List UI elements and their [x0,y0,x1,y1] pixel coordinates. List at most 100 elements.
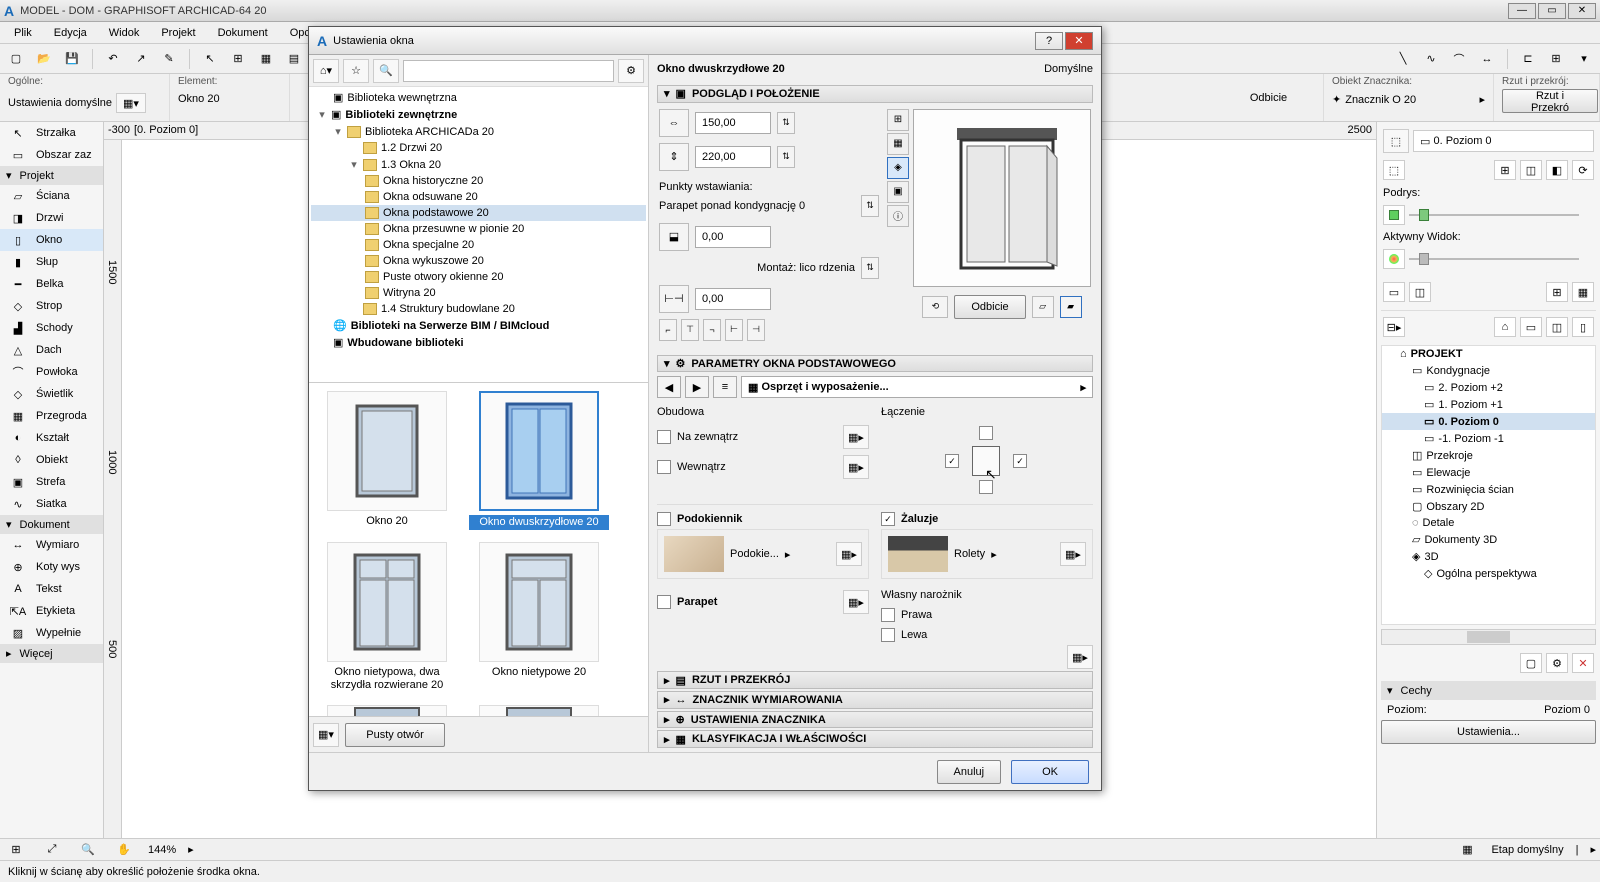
lib-fav-button[interactable]: ☆ [343,59,369,83]
menu-projekt[interactable]: Projekt [151,25,205,41]
nav-icon-5[interactable]: ⟳ [1572,160,1594,180]
tree-level-1[interactable]: ▭1. Poziom +1 [1382,396,1595,413]
lib-settings-button[interactable]: ⚙ [618,59,644,83]
tool-fit[interactable]: ⊞ [1544,47,1568,71]
tool-snap1[interactable]: ⊞ [226,47,250,71]
tool-przegroda[interactable]: ▦Przegroda [0,405,103,427]
section-wiecej[interactable]: ▸ Więcej [0,644,103,663]
lib-internal[interactable]: ▣Biblioteka wewnętrzna [311,89,646,106]
odbicie-button[interactable]: Odbicie [954,295,1025,319]
podokie-dropdown[interactable]: Podokie... [730,548,779,560]
tool-wypeln[interactable]: ▨Wypełnie [0,622,103,644]
nav-view-5[interactable]: ▯ [1572,317,1594,337]
tool-strzalka[interactable]: ↖Strzałka [0,122,103,144]
podrys-slider[interactable] [1409,207,1579,223]
section-ustawienia-znacznika[interactable]: ▸⊕USTAWIENIA ZNACZNIKA [657,711,1093,729]
empty-opening-button[interactable]: Pusty otwór [345,723,445,747]
dialog-help-button[interactable]: ? [1035,32,1063,50]
view-icon-1[interactable]: ⊞ [887,109,909,131]
tree-obszary[interactable]: ▢Obszary 2D [1382,498,1595,515]
tool-tekst[interactable]: ATekst [0,578,103,600]
tree-3d[interactable]: ◈3D [1382,548,1595,565]
ok-button[interactable]: OK [1011,760,1089,784]
subnav-list[interactable]: ≡ [713,376,737,398]
chk-podokiennik[interactable] [657,512,671,526]
tool-ksztalt[interactable]: ◐Kształt [0,427,103,449]
lib-sub-5[interactable]: Okna wykuszowe 20 [311,253,646,269]
section-klasyfikacja[interactable]: ▸▦KLASYFIKACJA I WŁAŚCIWOŚCI [657,730,1093,748]
view-icon-4[interactable]: ▣ [887,181,909,203]
nav-icon-4[interactable]: ◧ [1546,160,1568,180]
lib-sub-6[interactable]: Puste otwory okienne 20 [311,269,646,285]
tool-open[interactable]: 📂 [32,47,56,71]
maximize-button[interactable]: ▭ [1538,3,1566,19]
nav-view-2[interactable]: ⌂ [1494,317,1516,337]
chevron-right-icon[interactable]: ▸ [785,548,791,561]
join-right[interactable]: ✓ [1013,454,1027,468]
tool-schody[interactable]: ▟Schody [0,317,103,339]
nav-view-4[interactable]: ◫ [1546,317,1568,337]
thumb-0[interactable]: Okno 20 [317,391,457,530]
tool-dach[interactable]: △Dach [0,339,103,361]
zoom-arrow[interactable]: ▸ [188,843,194,856]
rolety-opts[interactable]: ▦▸ [1060,542,1086,566]
nav-delete[interactable]: ✕ [1572,653,1594,673]
chk-prawa[interactable] [881,608,895,622]
tool-drzwi[interactable]: ◨Drzwi [0,207,103,229]
anchor-2[interactable]: ⊤ [681,319,699,341]
preview-3d[interactable] [913,109,1091,287]
tool-etykieta[interactable]: ⇱AEtykieta [0,600,103,622]
tool-wave[interactable]: ∿ [1419,47,1443,71]
ogolne-value[interactable]: Ustawienia domyślne [8,97,112,109]
tool-sciana[interactable]: ▱Ściana [0,185,103,207]
height-input[interactable] [695,146,771,168]
subnav-next[interactable]: ▶ [685,376,709,398]
chk-zaluzje[interactable]: ✓ [881,512,895,526]
thumb-4[interactable] [317,705,457,716]
view-icon-2[interactable]: ▦ [887,133,909,155]
ogolne-picker[interactable]: ▦▾ [116,93,146,113]
podokie-opts[interactable]: ▦▸ [836,542,862,566]
nav-action-1[interactable]: ▭ [1383,282,1405,302]
tool-snap3[interactable]: ▤ [282,47,306,71]
lib-external[interactable]: ▾▣Biblioteki zewnętrzne [311,106,646,123]
tool-more[interactable]: ▾ [1572,47,1596,71]
lib-bim[interactable]: 🌐Biblioteki na Serwerze BIM / BIMcloud [311,317,646,334]
bb-icon-4[interactable]: ✋ [112,838,136,862]
width-input[interactable] [695,112,771,134]
tool-arc[interactable]: ⌒ [1447,47,1471,71]
anchor-5[interactable]: ⊣ [747,319,765,341]
lib-doors[interactable]: 1.2 Drzwi 20 [311,140,646,156]
section-projekt[interactable]: ▾ Projekt [0,166,103,185]
tool-snap2[interactable]: ▦ [254,47,278,71]
lib-sub-1[interactable]: Okna odsuwane 20 [311,189,646,205]
join-top[interactable] [979,426,993,440]
height-link[interactable]: ⇅ [777,146,795,168]
tool-wymiar[interactable]: ↔Wymiaro [0,534,103,556]
thumb-3[interactable]: Okno nietypowe 20 [469,542,609,692]
reveal-icon[interactable]: ⊢⊣ [659,285,689,313]
nav-home-icon[interactable]: ⬚ [1383,129,1409,153]
nav-view-1[interactable]: ⊟▸ [1383,317,1405,337]
menu-edycja[interactable]: Edycja [44,25,97,41]
tree-level-0[interactable]: ▭0. Poziom 0 [1382,413,1595,430]
aktywny-slider[interactable] [1409,251,1579,267]
menu-plik[interactable]: Plik [4,25,42,41]
etap-arrow[interactable]: ▸ [1590,843,1596,856]
lib-embedded[interactable]: ▣Wbudowane biblioteki [311,334,646,351]
odbicie-toggle[interactable]: Odbicie [1250,92,1287,104]
lib-search-button[interactable]: 🔍 [373,59,399,83]
tool-cursor[interactable]: ↖ [198,47,222,71]
section-params[interactable]: ▾ ⚙ PARAMETRY OKNA PODSTAWOWEGO [657,355,1093,373]
chk-wewnatrz[interactable] [657,460,671,474]
bb-icon-2[interactable]: ⤢ [40,838,64,862]
podrys-color[interactable] [1383,205,1405,225]
width-icon[interactable]: ⇔ [659,109,689,137]
view-icon-3[interactable]: ◈ [887,157,909,179]
anchor-4[interactable]: ⊢ [725,319,743,341]
chk-lewa[interactable] [881,628,895,642]
tree-dok3d[interactable]: ▱Dokumenty 3D [1382,531,1595,548]
dropdown-arrow-icon[interactable]: ▸ [1479,93,1485,106]
obiekt-znacznika-value[interactable]: Znacznik O 20 [1345,94,1416,106]
lib-archicad[interactable]: ▾Biblioteka ARCHICADa 20 [311,123,646,140]
